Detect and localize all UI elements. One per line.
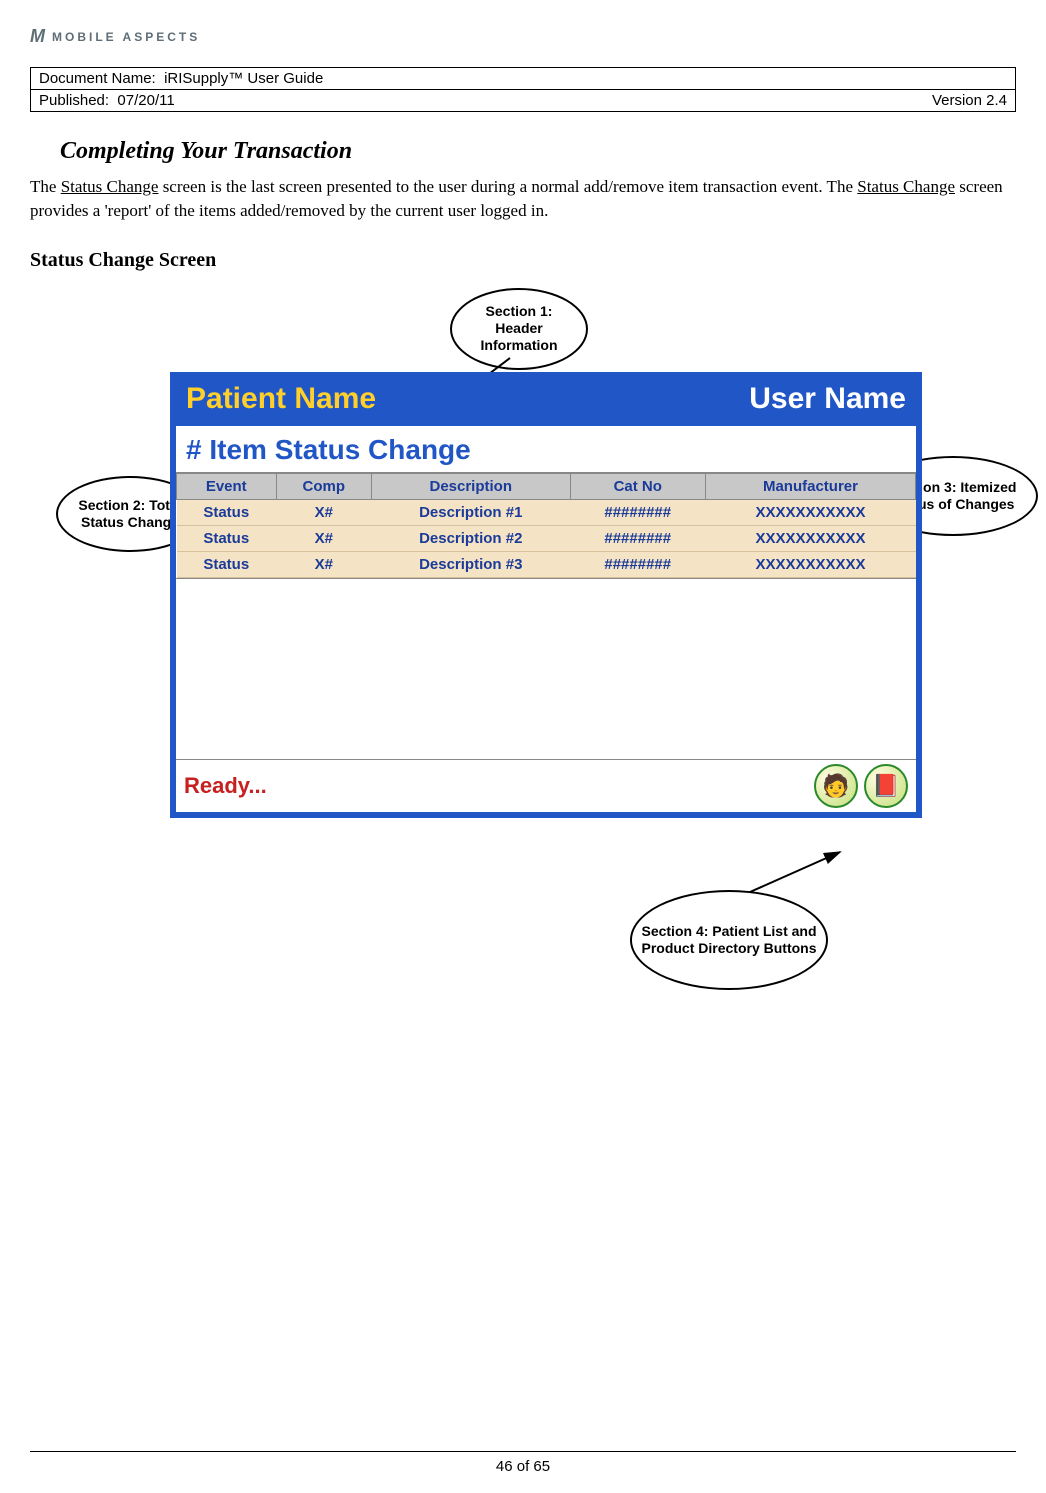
document-meta-box: Document Name: iRISupply™ User Guide Pub… (30, 67, 1016, 112)
callout-section-1: Section 1: Header Information (450, 288, 588, 370)
sub-heading: Status Change Screen (30, 249, 1016, 272)
cell-comp: X# (276, 499, 371, 525)
table-empty-space (176, 578, 916, 759)
para-pre: The (30, 177, 61, 196)
col-comp: Comp (276, 473, 371, 499)
cell-cat: ######## (570, 525, 705, 551)
col-description: Description (372, 473, 571, 499)
patient-list-icon[interactable]: 🧑 (814, 764, 858, 808)
cell-event: Status (177, 551, 277, 577)
logo: M MOBILE ASPECTS (30, 26, 1016, 47)
col-event: Event (177, 473, 277, 499)
cell-cat: ######## (570, 499, 705, 525)
cell-desc: Description #3 (372, 551, 571, 577)
callout-section-4: Section 4: Patient List and Product Dire… (630, 890, 828, 990)
table-row: Status X# Description #1 ######## XXXXXX… (177, 499, 916, 525)
page-footer: 46 of 65 (30, 1451, 1016, 1475)
logo-word: MOBILE ASPECTS (52, 30, 200, 44)
cell-desc: Description #2 (372, 525, 571, 551)
item-status-change-label: # Item Status Change (176, 426, 916, 473)
cell-event: Status (177, 525, 277, 551)
ready-bar: Ready... 🧑 📕 (176, 759, 916, 812)
patient-name: Patient Name (186, 382, 376, 416)
cell-manuf: XXXXXXXXXXX (705, 499, 915, 525)
doc-name-label: Document Name: (39, 70, 156, 87)
status-table: Event Comp Description Cat No Manufactur… (176, 473, 916, 578)
screen-header: Patient Name User Name (176, 378, 916, 426)
table-header-row: Event Comp Description Cat No Manufactur… (177, 473, 916, 499)
figure-area: Section 1: Header Information Section 2:… (30, 292, 1016, 1052)
status-change-screen: Patient Name User Name # Item Status Cha… (170, 372, 922, 818)
cell-comp: X# (276, 551, 371, 577)
doc-version: Version 2.4 (932, 92, 1007, 109)
cell-manuf: XXXXXXXXXXX (705, 551, 915, 577)
doc-name: Document Name: iRISupply™ User Guide (39, 70, 323, 87)
cell-desc: Description #1 (372, 499, 571, 525)
logo-mark: M (30, 26, 44, 47)
body-paragraph: The Status Change screen is the last scr… (30, 175, 1016, 223)
col-manufacturer: Manufacturer (705, 473, 915, 499)
para-ul1: Status Change (61, 177, 159, 196)
user-name: User Name (749, 382, 906, 416)
doc-published-value: 07/20/11 (117, 92, 174, 109)
cell-comp: X# (276, 525, 371, 551)
para-ul2: Status Change (857, 177, 955, 196)
table-row: Status X# Description #2 ######## XXXXXX… (177, 525, 916, 551)
cell-event: Status (177, 499, 277, 525)
section-heading: Completing Your Transaction (60, 138, 1016, 165)
cell-cat: ######## (570, 551, 705, 577)
product-directory-icon[interactable]: 📕 (864, 764, 908, 808)
doc-published-label: Published: (39, 92, 109, 109)
para-mid: screen is the last screen presented to t… (158, 177, 857, 196)
ready-label: Ready... (184, 773, 267, 799)
col-catno: Cat No (570, 473, 705, 499)
doc-published: Published: 07/20/11 (39, 92, 175, 109)
table-row: Status X# Description #3 ######## XXXXXX… (177, 551, 916, 577)
doc-name-value: iRISupply™ User Guide (164, 70, 323, 87)
page-number: 46 of 65 (496, 1458, 550, 1475)
cell-manuf: XXXXXXXXXXX (705, 525, 915, 551)
